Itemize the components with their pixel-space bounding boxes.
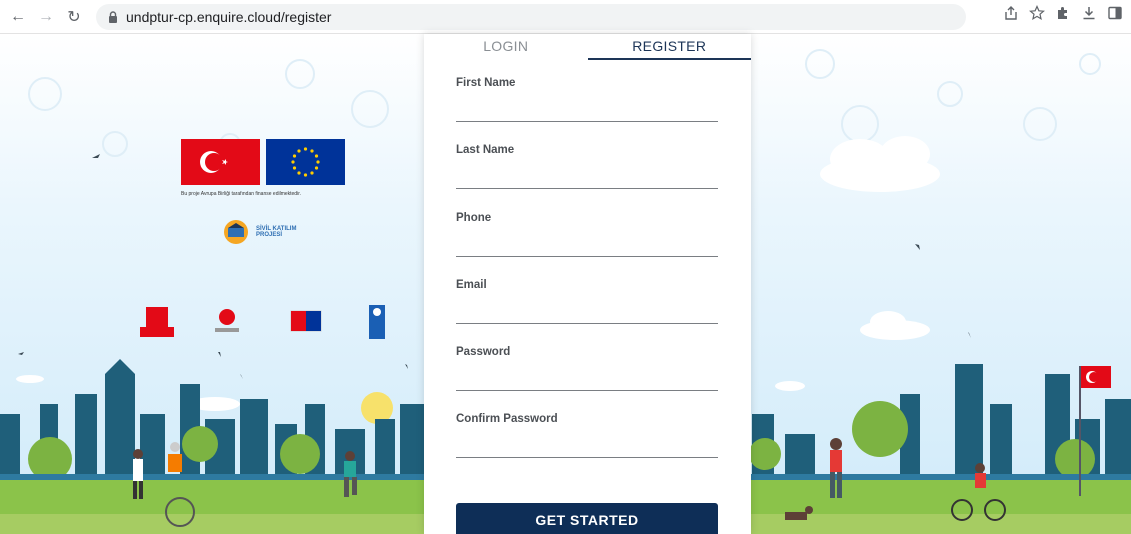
- phone-underline: [456, 256, 718, 257]
- tab-login[interactable]: LOGIN: [424, 34, 588, 60]
- eu-turkey-logo: [290, 310, 322, 332]
- auth-panel: LOGIN REGISTER First Name Last Name Phon…: [424, 34, 751, 534]
- undp-logo: [369, 305, 385, 339]
- first-name-label: First Name: [456, 77, 516, 89]
- funding-caption: Bu proje Avrupa Birliği tarafından finan…: [181, 191, 301, 197]
- first-name-input[interactable]: [456, 97, 718, 119]
- phone-field: Phone: [456, 212, 718, 260]
- confirm-password-field: Confirm Password: [456, 413, 718, 461]
- first-name-underline: [456, 121, 718, 122]
- email-label: Email: [456, 279, 487, 291]
- last-name-input[interactable]: [456, 164, 718, 186]
- civil-participation-logo-icon: [224, 220, 248, 244]
- browser-toolbar: ← → ↻ undptur-cp.enquire.cloud/register: [0, 0, 1131, 34]
- tbb-logo: [140, 307, 174, 337]
- reload-icon[interactable]: ↻: [62, 5, 86, 29]
- phone-input[interactable]: [456, 232, 718, 254]
- confirm-password-label: Confirm Password: [456, 413, 558, 425]
- turkey-flag-logo: [181, 139, 260, 185]
- arrow-left-icon[interactable]: ←: [6, 5, 30, 29]
- get-started-button[interactable]: GET STARTED: [456, 503, 718, 534]
- auth-tabs: LOGIN REGISTER: [424, 34, 751, 60]
- first-name-field: First Name: [456, 77, 718, 125]
- url-text: undptur-cp.enquire.cloud/register: [126, 9, 332, 25]
- last-name-label: Last Name: [456, 144, 515, 156]
- last-name-underline: [456, 188, 718, 189]
- confirm-password-underline: [456, 457, 718, 458]
- password-input[interactable]: [456, 366, 718, 388]
- sidepanel-icon[interactable]: [1107, 5, 1123, 21]
- last-name-field: Last Name: [456, 144, 718, 192]
- phone-label: Phone: [456, 212, 492, 224]
- star-icon[interactable]: [1029, 5, 1045, 21]
- puzzle-icon[interactable]: [1055, 5, 1071, 21]
- partner-logo-icon: [215, 309, 239, 332]
- password-label: Password: [456, 346, 511, 358]
- password-underline: [456, 390, 718, 391]
- lock-icon: [109, 11, 117, 23]
- email-field: Email: [456, 279, 718, 327]
- arrow-right-icon[interactable]: →: [34, 5, 58, 29]
- password-field: Password: [456, 346, 718, 394]
- share-icon[interactable]: [1003, 5, 1019, 21]
- email-input[interactable]: [456, 299, 718, 321]
- confirm-password-input[interactable]: [456, 433, 718, 455]
- project-name-line2: PROJESİ: [256, 232, 283, 238]
- project-name: SİVİL KATILIM PROJESİ: [256, 226, 296, 238]
- email-underline: [456, 323, 718, 324]
- eu-flag-logo: [266, 139, 345, 185]
- download-icon[interactable]: [1081, 5, 1097, 21]
- address-bar[interactable]: undptur-cp.enquire.cloud/register: [96, 4, 966, 30]
- tab-register[interactable]: REGISTER: [587, 34, 751, 60]
